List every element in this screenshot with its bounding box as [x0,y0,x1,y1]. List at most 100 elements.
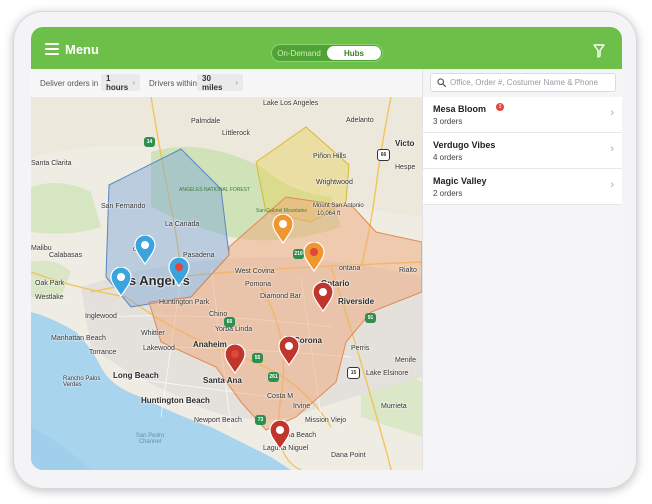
map-label-west-covina: West Covina [235,268,275,275]
map-label-costa-mesa: Costa M [267,393,294,400]
map-label-pomona: Pomona [245,281,272,288]
hub-pin-blue[interactable] [110,267,132,297]
map-label-perris: Perris [351,345,370,352]
map-label-san-fernando: San Fernando [101,203,146,210]
highway-shield: 91 [365,313,376,323]
map-label-adelanto: Adelanto [346,117,374,124]
map-label-westlake: Westlake [35,294,64,301]
map-label-san-pedro-channel: San Pedro Channel [135,433,165,445]
filter-bar: Deliver orders in 1 hours › Drivers withi… [31,69,422,98]
map-view[interactable]: Lake Los Angeles Palmdale Littlerock Ade… [31,97,422,470]
map-label-irvine: Irvine [293,403,311,410]
chevron-right-icon: › [610,179,614,191]
map-label-inglewood: Inglewood [85,313,117,320]
chevron-right-icon: › [132,78,135,87]
map-label-la-canada: La Canada [165,221,200,228]
map-label-yorba-linda: Yorba Linda [215,326,253,333]
hub-pin-orange[interactable] [272,214,294,244]
map-label-whittier: Whittier [141,330,165,337]
hub-pin-orange[interactable] [303,242,325,272]
hamburger-icon [45,43,59,55]
menu-label: Menu [65,41,99,57]
map-label-menifee: Menife [395,357,417,364]
map-label-dana-point: Dana Point [331,452,366,459]
map-label-lake-elsinore: Lake Elsinore [366,370,409,377]
map-label-calabasas: Calabasas [49,252,83,259]
hub-pin-blue[interactable] [168,257,190,287]
map-label-huntington-beach: Huntington Beach [141,396,210,405]
map-canvas [31,97,422,470]
hub-order-count: 2 orders [433,189,463,198]
hub-row-verdugo-vibes[interactable]: Verdugo Vibes 4 orders › [423,133,622,169]
highway-shield: 73 [255,415,266,425]
search-box[interactable] [430,73,616,92]
map-label-mission-viejo: Mission Viejo [305,417,347,424]
drivers-radius-select[interactable]: 30 miles › [197,73,243,92]
map-label-riverside: Riverside [338,297,375,306]
app-screen: Menu On-Demand Hubs Deliver orders in 1 … [31,27,622,470]
hub-pin-red[interactable] [224,344,246,374]
map-label-littlerock: Littlerock [222,130,251,137]
map-label-elevation: 10,064 ft [317,211,341,217]
map-label-mount-san-antonio: Mount San Antonio [313,203,364,209]
map-label-wrightwood: Wrightwood [316,179,353,186]
map-label-huntington-park: Huntington Park [159,299,210,306]
drivers-label: Drivers within [149,79,198,88]
map-label-lakewood: Lakewood [143,345,175,352]
search-icon [437,78,446,87]
top-bar: Menu On-Demand Hubs [31,27,622,69]
map-label-palmdale: Palmdale [191,118,221,125]
map-label-oak-park: Oak Park [35,280,65,287]
map-label-santa-ana: Santa Ana [203,376,242,385]
map-label-malibu: Malibu [31,245,52,252]
chevron-right-icon: › [235,78,238,87]
hub-pin-red[interactable] [312,282,334,312]
map-label-anaheim: Anaheim [193,340,227,349]
chevron-right-icon: › [610,143,614,155]
map-label-torrance: Torrance [89,349,117,356]
hub-name: Magic Valley [433,176,487,186]
hub-pin-red[interactable] [278,336,300,366]
hub-pin-red[interactable] [269,420,291,450]
hub-order-count: 4 orders [433,153,463,162]
menu-button[interactable]: Menu [45,40,99,58]
drivers-value: 30 miles [202,73,223,92]
highway-shield: 66 [377,149,390,161]
hub-name: Verdugo Vibes [433,140,496,150]
filter-icon[interactable] [593,44,605,58]
map-label-manhattan-beach: Manhattan Beach [51,335,106,342]
deliver-value: 1 hours [106,73,129,92]
map-label-pinon-hills: Piñon Hills [313,153,347,160]
highway-shield: 55 [252,353,263,363]
map-label-murrieta: Murrieta [381,403,407,410]
map-label-long-beach: Long Beach [113,371,159,380]
map-label-newport-beach: Newport Beach [194,417,242,424]
map-label-hesperia: Hespe [395,164,416,171]
deliver-time-select[interactable]: 1 hours › [101,73,140,92]
mode-toggle[interactable]: On-Demand Hubs [271,44,383,62]
highway-shield: 14 [144,137,155,147]
map-label-rancho-palos-verdes: Rancho Palos Verdes [63,376,101,388]
search-input[interactable] [450,78,610,87]
chevron-right-icon: › [610,107,614,119]
map-label-fontana: ontana [339,265,361,272]
tab-on-demand[interactable]: On-Demand [272,45,326,61]
hub-name: Mesa Bloom [433,104,487,114]
map-label-victorville: Victo [395,139,415,148]
hub-row-mesa-bloom[interactable]: Mesa Bloom 3 3 orders › [423,97,622,133]
map-label-lake-los-angeles: Lake Los Angeles [263,100,319,107]
hub-pin-blue[interactable] [134,235,156,265]
highway-shield: 15 [347,367,360,379]
map-label-angeles-forest: ANGELES NATIONAL FOREST [179,187,251,193]
map-label-santa-clarita: Santa Clarita [31,160,72,167]
map-label-rialto: Rialto [399,267,417,274]
highway-shield: 60 [224,317,235,327]
highway-shield: 261 [268,372,279,382]
hub-order-count: 3 orders [433,117,463,126]
notification-badge: 3 [496,103,504,111]
tab-hubs[interactable]: Hubs [327,46,381,60]
hubs-panel: Mesa Bloom 3 3 orders › Verdugo Vibes 4 … [422,69,622,470]
map-label-diamond-bar: Diamond Bar [260,293,301,300]
hub-row-magic-valley[interactable]: Magic Valley 2 orders › [423,169,622,205]
deliver-label: Deliver orders in [40,79,99,88]
